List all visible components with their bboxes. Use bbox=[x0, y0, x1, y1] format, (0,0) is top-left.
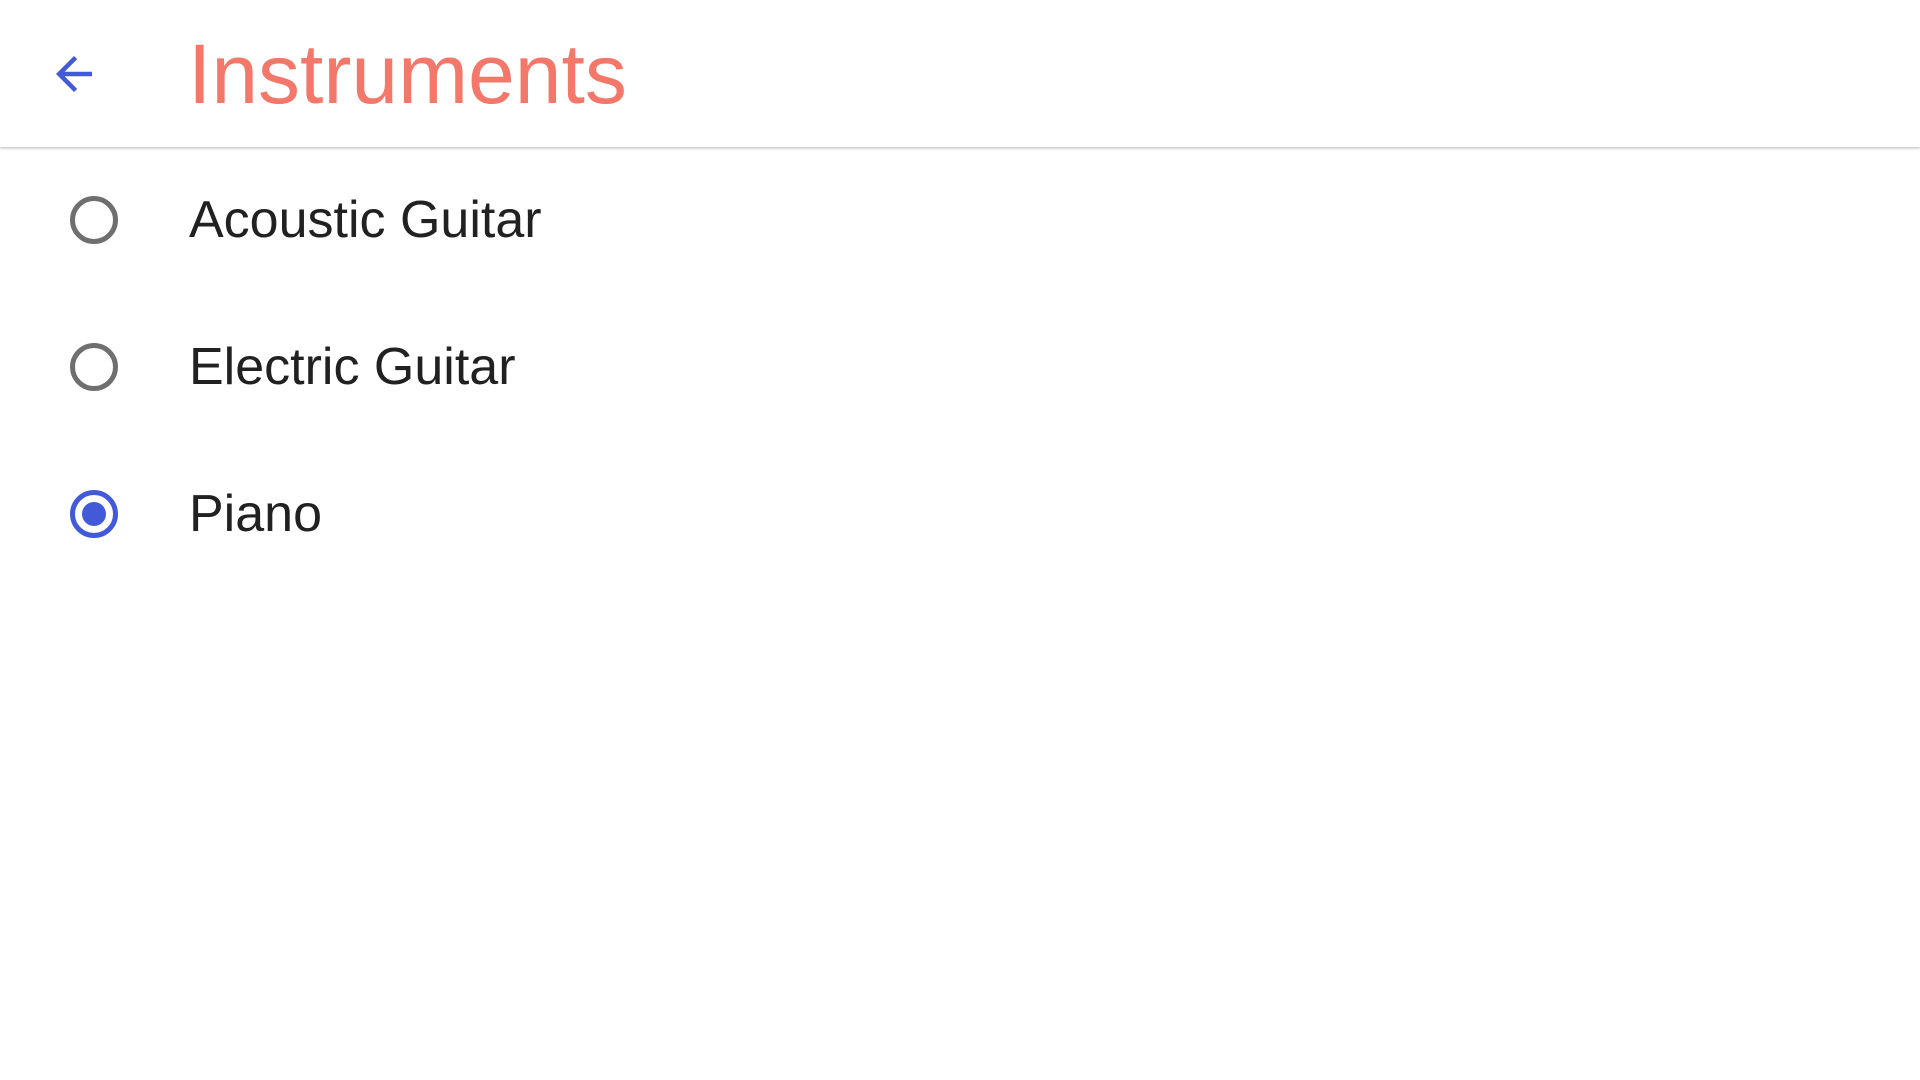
radio-button[interactable] bbox=[70, 490, 118, 538]
back-button[interactable] bbox=[34, 34, 114, 114]
radio-button[interactable] bbox=[70, 343, 118, 391]
radio-button[interactable] bbox=[70, 196, 118, 244]
instrument-options-list: Acoustic Guitar Electric Guitar Piano bbox=[0, 147, 1920, 588]
option-acoustic-guitar[interactable]: Acoustic Guitar bbox=[0, 147, 1920, 294]
option-label: Acoustic Guitar bbox=[189, 191, 542, 249]
arrow-back-icon bbox=[56, 56, 92, 92]
page-title: Instruments bbox=[188, 27, 627, 121]
option-piano[interactable]: Piano bbox=[0, 441, 1920, 588]
app-bar: Instruments bbox=[0, 0, 1920, 147]
radio-dot bbox=[82, 502, 106, 526]
option-electric-guitar[interactable]: Electric Guitar bbox=[0, 294, 1920, 441]
instrument-picker-screen: Instruments Acoustic Guitar Electric Gui… bbox=[0, 0, 1920, 1080]
option-label: Piano bbox=[189, 485, 322, 543]
option-label: Electric Guitar bbox=[189, 338, 516, 396]
